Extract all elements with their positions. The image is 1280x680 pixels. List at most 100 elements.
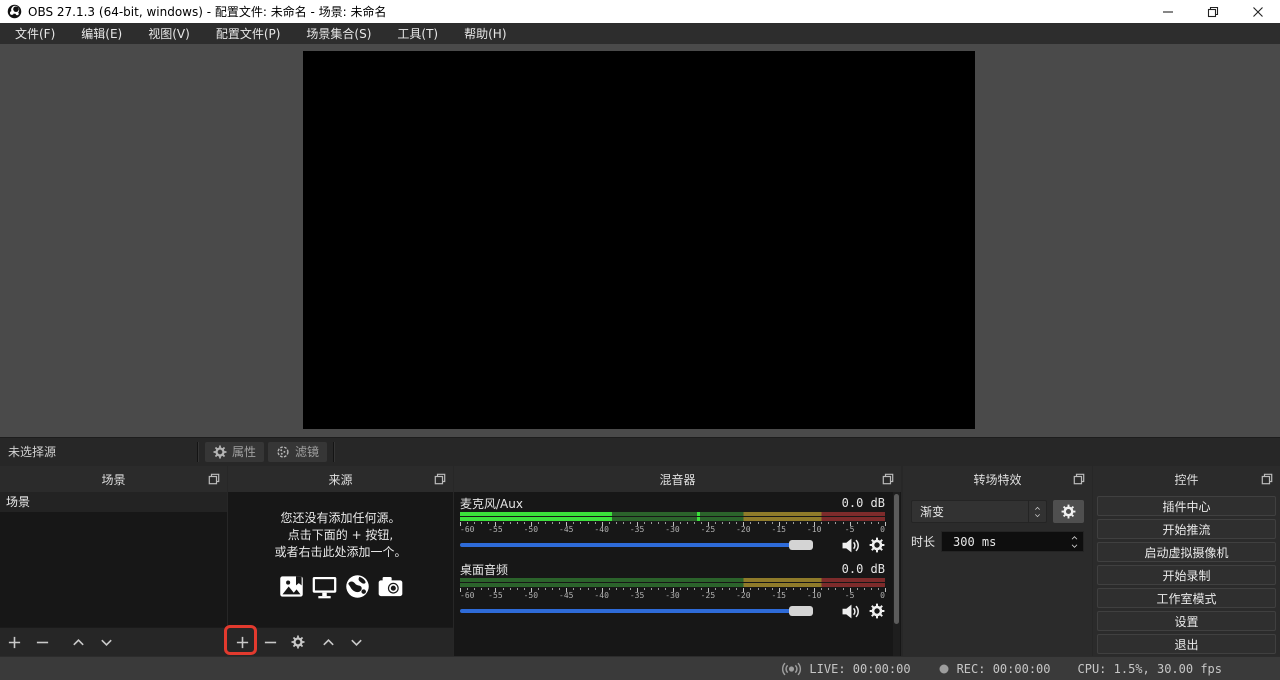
mixer-panel-header[interactable]: 混音器 [454,466,901,493]
slider-handle[interactable] [789,606,814,616]
mixer-body: 麦克风/Aux 0.0 dB -60 -55 -50 -45 -40 -35 -30 -25-… [454,492,901,656]
source-properties-button[interactable] [290,634,306,650]
volume-slider[interactable] [460,604,832,618]
transition-properties-button[interactable] [1053,500,1084,523]
mute-toggle-button[interactable] [841,538,860,553]
sources-list-empty-area[interactable]: 您还没有添加任何源。 点击下面的 + 按钮, 或者右击此处添加一个。 [228,492,453,628]
slider-fill [460,543,814,547]
cpu-status: CPU: 1.5%, 30.00 fps [1078,662,1223,676]
menu-file[interactable]: 文件(F) [2,23,68,44]
menu-edit[interactable]: 编辑(E) [68,23,135,44]
scenes-panel-header[interactable]: 场景 [0,466,227,493]
settings-button[interactable]: 设置 [1097,611,1276,631]
channel-name: 桌面音频 [460,562,509,577]
scrollbar-thumb[interactable] [894,494,899,624]
sources-panel-header[interactable]: 来源 [228,466,453,493]
camera-icon [377,573,404,600]
audio-mixer-panel: 混音器 麦克风/Aux 0.0 dB -60 -55 -50 -45 -40 -35 -30… [454,466,901,656]
popout-icon [1073,473,1085,485]
scenes-toolbar [0,627,227,656]
gear-icon [1061,504,1076,519]
controls-panel-header[interactable]: 控件 [1093,466,1280,493]
sources-empty-state: 您还没有添加任何源。 点击下面的 + 按钮, 或者右击此处添加一个。 [228,510,453,600]
transitions-title: 转场特效 [973,472,1022,487]
rec-status: REC: 00:00:00 [938,662,1051,676]
menu-help[interactable]: 帮助(H) [451,23,519,44]
controls-panel: 控件 插件中心 开始推流 启动虚拟摄像机 开始录制 工作室模式 设置 退出 [1093,466,1280,656]
start-streaming-button[interactable]: 开始推流 [1097,519,1276,539]
popout-icon [1261,473,1273,485]
menu-tools[interactable]: 工具(T) [384,23,451,44]
channel-name: 麦克风/Aux [460,496,523,511]
toolbar-separator [197,441,199,462]
plugin-center-button[interactable]: 插件中心 [1097,496,1276,516]
menu-scene-collection[interactable]: 场景集合(S) [293,23,384,44]
combo-spinner[interactable] [1028,501,1046,522]
menu-bar: 文件(F) 编辑(E) 视图(V) 配置文件(P) 场景集合(S) 工具(T) … [0,23,1280,44]
channel-db-value: 0.0 dB [841,496,885,510]
transition-select[interactable]: 渐变 [911,500,1047,523]
live-status: LIVE: 00:00:00 [781,662,911,676]
obs-logo-icon [7,4,22,19]
channel-settings-button[interactable] [869,537,885,553]
preview-canvas[interactable] [303,51,975,429]
remove-scene-button[interactable] [34,634,50,650]
mixer-title: 混音器 [659,472,696,487]
sources-title: 来源 [328,472,353,487]
transitions-panel-header[interactable]: 转场特效 [903,466,1092,493]
remove-source-button[interactable] [262,634,278,650]
empty-line: 或者右击此处添加一个。 [274,545,407,559]
caret-up-icon [1069,534,1080,542]
transitions-panel: 转场特效 渐变 时长 300 ms [903,466,1092,656]
annotation-highlight-box [224,625,257,655]
properties-label: 属性 [232,445,257,459]
caret-down-icon [1069,542,1080,550]
window-title: OBS 27.1.3 (64-bit, windows) - 配置文件: 未命名… [28,5,387,19]
dock-area: 场景 场景 来源 您还没有添加任何源。 点击下面的 + 按钮, 或者右击此处添加… [0,465,1280,656]
channel-settings-button[interactable] [869,603,885,619]
start-virtual-camera-button[interactable]: 启动虚拟摄像机 [1097,542,1276,562]
scene-down-button[interactable] [98,634,114,650]
source-up-button[interactable] [320,634,336,650]
restore-button[interactable] [1190,0,1235,23]
scenes-list: 场景 [0,492,227,628]
close-button[interactable] [1235,0,1280,23]
mixer-scrollbar[interactable] [893,492,900,656]
menu-profile[interactable]: 配置文件(P) [203,23,294,44]
mute-toggle-button[interactable] [841,604,860,619]
volume-meter [460,578,885,587]
duration-spinbox[interactable]: 300 ms [941,531,1084,552]
mixer-channel-desktop: 桌面音频 0.0 dB -60 -55 -50 -45 -40 -35 -30 -25 -20-… [460,561,886,620]
volume-slider[interactable] [460,538,832,552]
exit-button[interactable]: 退出 [1097,634,1276,654]
scene-up-button[interactable] [70,634,86,650]
preview-area [0,44,1280,437]
minimize-button[interactable] [1145,0,1190,23]
volume-meter [460,512,885,521]
image-icon [278,573,305,600]
meter-scale: -60 -55 -50 -45 -40 -35 -30 -25 -20 -15 -10 -5 0 [460,588,886,601]
properties-button[interactable]: 属性 [205,441,265,462]
add-scene-button[interactable] [6,634,22,650]
obs-window: OBS 27.1.3 (64-bit, windows) - 配置文件: 未命名… [0,0,1280,680]
source-down-button[interactable] [348,634,364,650]
status-bar: LIVE: 00:00:00 REC: 00:00:00 CPU: 1.5%, … [0,656,1280,680]
sources-toolbar [228,627,453,656]
title-bar: OBS 27.1.3 (64-bit, windows) - 配置文件: 未命名… [0,0,1280,23]
meter-scale: -60 -55 -50 -45 -40 -35 -30 -25 -20 -15 -10 -5 0 [460,522,886,535]
caret-down-icon [1033,512,1042,519]
slider-handle[interactable] [789,540,814,550]
slider-fill [460,609,814,613]
cpu-fps-text: CPU: 1.5%, 30.00 fps [1077,661,1223,676]
spinbox-arrows[interactable] [1067,532,1082,551]
start-recording-button[interactable]: 开始录制 [1097,565,1276,585]
studio-mode-button[interactable]: 工作室模式 [1097,588,1276,608]
scene-list-item[interactable]: 场景 [0,492,227,512]
empty-line: 您还没有添加任何源。 [280,511,401,525]
filters-button[interactable]: 滤镜 [268,441,328,462]
empty-line: 点击下面的 + 按钮, [287,528,394,542]
menu-view[interactable]: 视图(V) [135,23,203,44]
controls-title: 控件 [1174,472,1199,487]
rec-time: REC: 00:00:00 [956,661,1051,676]
scenes-panel: 场景 场景 [0,466,227,656]
